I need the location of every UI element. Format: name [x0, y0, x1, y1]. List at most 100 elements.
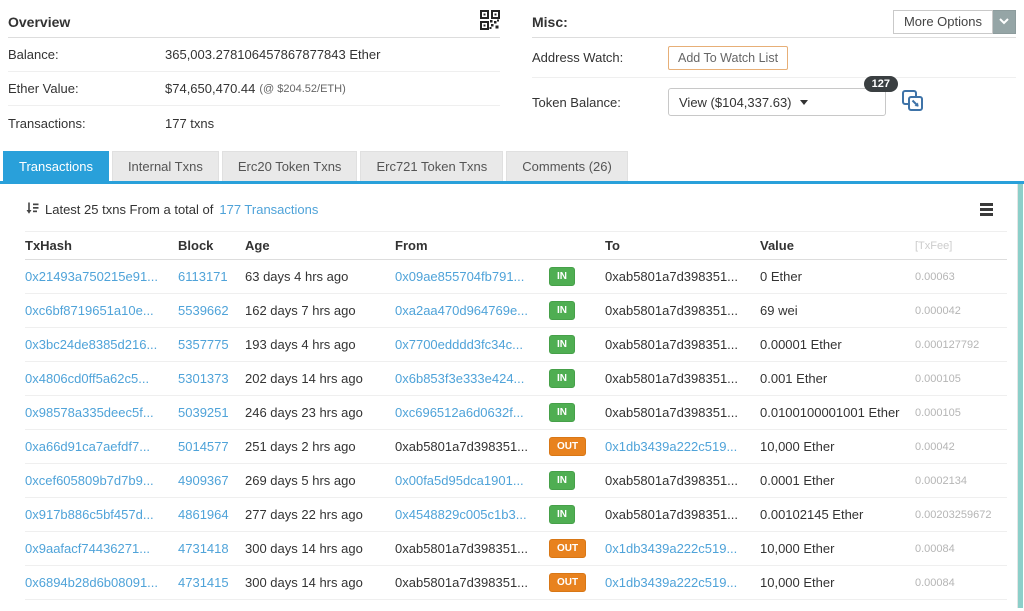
txhash-link[interactable]: 0xc6bf8719651a10e...	[25, 303, 154, 318]
tab-erc721-token-txns[interactable]: Erc721 Token Txns	[360, 151, 504, 181]
to-address: 0xab5801a7d398351...	[605, 473, 739, 488]
block-link[interactable]: 4909367	[178, 473, 229, 488]
misc-title: Misc:	[532, 13, 568, 30]
block-link[interactable]: 5539662	[178, 303, 229, 318]
caret-down-icon	[799, 99, 808, 105]
direction-badge: OUT	[549, 437, 587, 456]
txfee-cell: 0.0002134	[915, 474, 967, 487]
txfee-cell: 0.000105	[915, 372, 961, 385]
block-link[interactable]: 4731415	[178, 575, 229, 590]
value-cell: 69 wei	[760, 303, 798, 318]
table-row: 0x9aafacf74436271... 4731418 300 days 14…	[25, 532, 1007, 566]
table-row: 0x4806cd0ff5a62c5... 5301373 202 days 14…	[25, 362, 1007, 396]
to-address[interactable]: 0x1db3439a222c519...	[605, 575, 737, 590]
overview-title: Overview	[8, 13, 71, 30]
txhash-link[interactable]: 0x4806cd0ff5a62c5...	[25, 371, 149, 386]
from-address[interactable]: 0xa2aa470d964769e...	[395, 303, 528, 318]
direction-badge: IN	[549, 471, 575, 490]
menu-icon[interactable]	[978, 201, 995, 218]
chevron-down-icon[interactable]	[993, 9, 1016, 34]
tab-transactions[interactable]: Transactions	[3, 151, 109, 181]
token-count-badge: 127	[863, 76, 898, 92]
column-header-block: Block	[178, 238, 214, 253]
top-section: Overview Balance: 365,003.27810645786787…	[0, 0, 1024, 140]
age-cell: 300 days 14 hrs ago	[245, 541, 363, 556]
age-cell: 300 days 14 hrs ago	[245, 575, 363, 590]
token-balance-select[interactable]: View ($104,337.63)	[668, 88, 886, 116]
qr-code-icon[interactable]	[480, 10, 500, 33]
txfee-cell: 0.000042	[915, 304, 961, 317]
from-address: 0xab5801a7d398351...	[395, 541, 529, 556]
column-header-age: Age	[245, 238, 270, 253]
tab-internal-txns[interactable]: Internal Txns	[111, 151, 219, 181]
address-watch-row: Address Watch: Add To Watch List	[532, 38, 1016, 78]
block-link[interactable]: 5357775	[178, 337, 229, 352]
page-edge-strip	[1018, 184, 1023, 608]
token-balance-label: Token Balance:	[532, 94, 621, 110]
tab-comments[interactable]: Comments (26)	[506, 151, 628, 181]
from-address[interactable]: 0x09ae855704fb791...	[395, 269, 524, 284]
txhash-link[interactable]: 0xcef605809b7d7b9...	[25, 473, 154, 488]
expand-icon[interactable]	[900, 88, 925, 116]
to-address: 0xab5801a7d398351...	[605, 269, 739, 284]
overview-panel: Overview Balance: 365,003.27810645786787…	[8, 6, 500, 140]
block-link[interactable]: 5039251	[178, 405, 229, 420]
txhash-link[interactable]: 0x9aafacf74436271...	[25, 541, 150, 556]
block-link[interactable]: 4731418	[178, 541, 229, 556]
table-body: 0x21493a750215e91... 6113171 63 days 4 h…	[25, 260, 1007, 600]
more-options-label: More Options	[892, 9, 993, 34]
ether-value-label: Ether Value:	[8, 81, 79, 96]
txn-summary-text: Latest 25 txns From a total of	[45, 202, 214, 217]
ether-value: $74,650,470.44	[165, 81, 256, 96]
table-row: 0xcef605809b7d7b9... 4909367 269 days 5 …	[25, 464, 1007, 498]
table-row: 0x6894b28d6b08091... 4731415 300 days 14…	[25, 566, 1007, 600]
txhash-link[interactable]: 0xa66d91ca7aefdf7...	[25, 439, 150, 454]
block-link[interactable]: 5301373	[178, 371, 229, 386]
to-address[interactable]: 0x1db3439a222c519...	[605, 439, 737, 454]
block-link[interactable]: 4861964	[178, 507, 229, 522]
direction-badge: IN	[549, 301, 575, 320]
txfee-cell: 0.000105	[915, 406, 961, 419]
column-header-txfee: [TxFee]	[915, 239, 953, 252]
from-address[interactable]: 0x00fa5d95dca1901...	[395, 473, 524, 488]
txhash-link[interactable]: 0x917b886c5bf457d...	[25, 507, 154, 522]
value-cell: 10,000 Ether	[760, 541, 835, 556]
from-address[interactable]: 0x6b853f3e333e424...	[395, 371, 524, 386]
txhash-link[interactable]: 0x21493a750215e91...	[25, 269, 158, 284]
table-row: 0x3bc24de8385d216... 5357775 193 days 4 …	[25, 328, 1007, 362]
direction-badge: IN	[549, 505, 575, 524]
table-row: 0x98578a335deec5f... 5039251 246 days 23…	[25, 396, 1007, 430]
from-address[interactable]: 0xc696512a6d0632f...	[395, 405, 524, 420]
txhash-link[interactable]: 0x6894b28d6b08091...	[25, 575, 158, 590]
txfee-cell: 0.00063	[915, 270, 955, 283]
add-to-watch-list-button[interactable]: Add To Watch List	[668, 45, 789, 70]
txhash-link[interactable]: 0x98578a335deec5f...	[25, 405, 154, 420]
value-cell: 0.0100100001001 Ether	[760, 405, 900, 420]
table-row: 0x917b886c5bf457d... 4861964 277 days 22…	[25, 498, 1007, 532]
value-cell: 0.0001 Ether	[760, 473, 835, 488]
to-address[interactable]: 0x1db3439a222c519...	[605, 541, 737, 556]
transactions-table: TxHash Block Age From To Value [TxFee] 0…	[25, 231, 1007, 600]
more-options-button[interactable]: More Options	[892, 9, 1016, 34]
txn-summary-bar: Latest 25 txns From a total of 177 Trans…	[0, 184, 1017, 231]
block-link[interactable]: 5014577	[178, 439, 229, 454]
transactions-count-link[interactable]: 177 Transactions	[219, 202, 318, 217]
value-cell: 10,000 Ether	[760, 439, 835, 454]
column-header-from: From	[395, 238, 428, 253]
block-link[interactable]: 6113171	[178, 269, 228, 284]
address-watch-label: Address Watch:	[532, 50, 624, 65]
age-cell: 202 days 14 hrs ago	[245, 371, 363, 386]
txfee-cell: 0.00084	[915, 576, 955, 589]
sort-icon	[25, 201, 39, 218]
table-row: 0xa66d91ca7aefdf7... 5014577 251 days 2 …	[25, 430, 1007, 464]
misc-panel: Misc: More Options Address Watch: Add To…	[532, 6, 1016, 140]
tab-erc20-token-txns[interactable]: Erc20 Token Txns	[221, 151, 358, 181]
transactions-label: Transactions:	[8, 115, 86, 131]
from-address[interactable]: 0x7700edddd3fc34c...	[395, 337, 523, 352]
txhash-link[interactable]: 0x3bc24de8385d216...	[25, 337, 157, 352]
value-cell: 0.001 Ether	[760, 371, 828, 386]
from-address[interactable]: 0x4548829c005c1b3...	[395, 507, 527, 522]
to-address: 0xab5801a7d398351...	[605, 507, 739, 522]
balance-value: 365,003.278106457867877843 Ether	[165, 47, 381, 62]
txfee-cell: 0.00203259672	[915, 508, 992, 521]
